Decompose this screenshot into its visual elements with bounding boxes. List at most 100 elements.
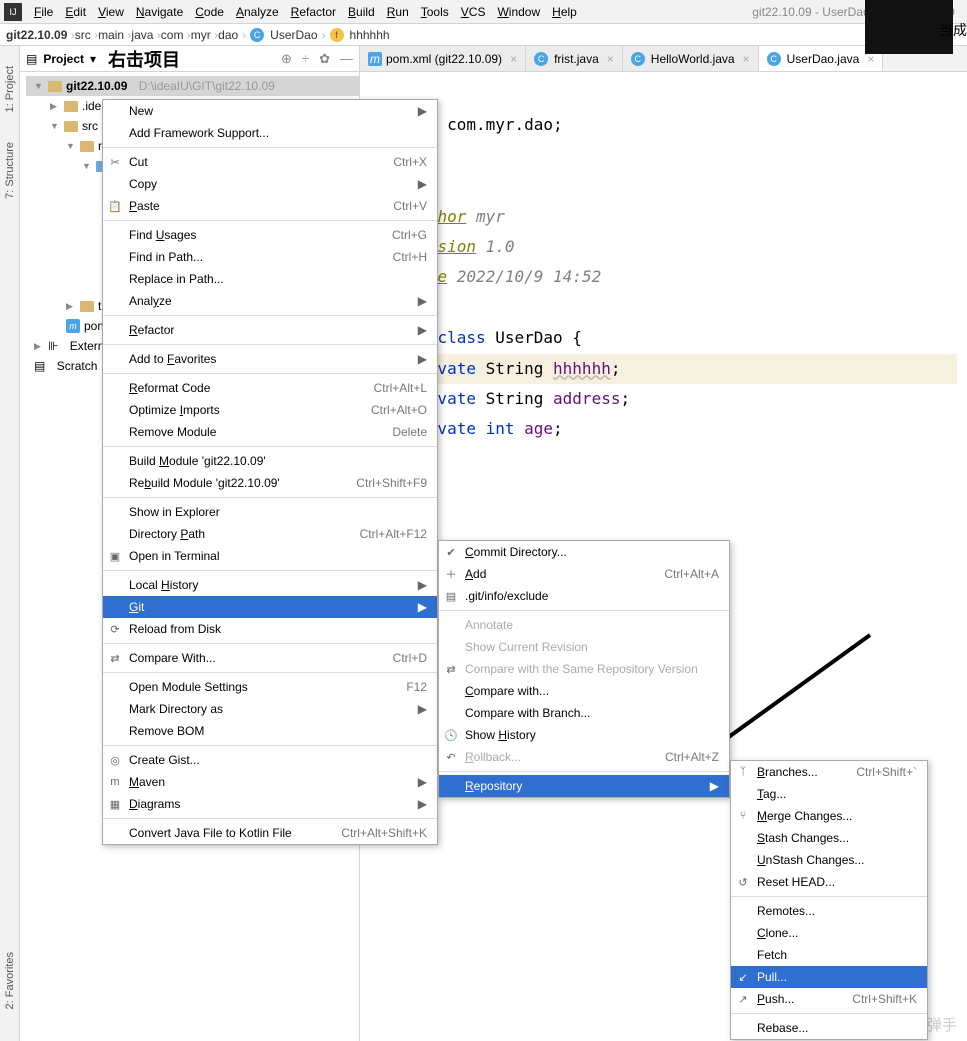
- menu-tools[interactable]: Tools: [415, 3, 455, 21]
- m-icon: m: [108, 775, 122, 789]
- menu-run[interactable]: Run: [381, 3, 415, 21]
- menu-item[interactable]: Mark Directory as▶: [103, 698, 437, 720]
- menu-item[interactable]: ⟳Reload from Disk: [103, 618, 437, 640]
- settings-icon[interactable]: ✿: [319, 51, 330, 67]
- breadcrumb-item[interactable]: git22.10.09: [6, 28, 67, 42]
- menu-item[interactable]: Optimize ImportsCtrl+Alt+O: [103, 399, 437, 421]
- menu-item[interactable]: ▤.git/info/exclude: [439, 585, 729, 607]
- menu-item[interactable]: UnStash Changes...: [731, 849, 927, 871]
- menu-item[interactable]: Stash Changes...: [731, 827, 927, 849]
- menu-item[interactable]: Compare with...: [439, 680, 729, 702]
- repository-submenu[interactable]: ᛉBranches...Ctrl+Shift+`Tag...⑂Merge Cha…: [730, 760, 928, 1040]
- menu-item[interactable]: ⑂Merge Changes...: [731, 805, 927, 827]
- menu-item[interactable]: Copy▶: [103, 173, 437, 195]
- menu-item: Annotate: [439, 614, 729, 636]
- menu-item[interactable]: mMaven▶: [103, 771, 437, 793]
- code-editor[interactable]: package package com.myr.dao;com.myr.dao;…: [360, 72, 967, 513]
- locate-icon[interactable]: ⊕: [281, 51, 292, 67]
- ✂-icon: ✂: [108, 155, 122, 169]
- menu-item[interactable]: Directory PathCtrl+Alt+F12: [103, 523, 437, 545]
- menu-item[interactable]: Convert Java File to Kotlin FileCtrl+Alt…: [103, 822, 437, 844]
- menu-item[interactable]: Remove ModuleDelete: [103, 421, 437, 443]
- menu-item[interactable]: Add to Favorites▶: [103, 348, 437, 370]
- toolwindow-project[interactable]: 1: Project: [4, 66, 16, 112]
- field-icon: f: [330, 28, 344, 42]
- menu-item[interactable]: ◎Create Gist...: [103, 749, 437, 771]
- ↗-icon: ↗: [736, 992, 750, 1006]
- menu-item[interactable]: Add Framework Support...: [103, 122, 437, 144]
- menu-item[interactable]: Compare with Branch...: [439, 702, 729, 724]
- menu-item[interactable]: Show in Explorer: [103, 501, 437, 523]
- menu-item[interactable]: 📋PasteCtrl+V: [103, 195, 437, 217]
- menu-item[interactable]: Clone...: [731, 922, 927, 944]
- editor-tab[interactable]: mpom.xml (git22.10.09)×: [360, 46, 526, 71]
- toolwindow-favorites[interactable]: 2: Favorites: [4, 952, 16, 1009]
- menu-item[interactable]: Refactor▶: [103, 319, 437, 341]
- menu-analyze[interactable]: Analyze: [230, 3, 285, 21]
- breadcrumb-item[interactable]: com: [161, 28, 184, 42]
- editor-tab[interactable]: CHelloWorld.java×: [623, 46, 759, 71]
- menu-item[interactable]: Reformat CodeCtrl+Alt+L: [103, 377, 437, 399]
- menu-window[interactable]: Window: [491, 3, 546, 21]
- menu-item[interactable]: ↺Reset HEAD...: [731, 871, 927, 893]
- breadcrumb-field[interactable]: hhhhhh: [350, 28, 390, 42]
- menu-help[interactable]: Help: [546, 3, 583, 21]
- close-icon[interactable]: ×: [743, 52, 750, 66]
- ＋-icon: ＋: [444, 567, 458, 581]
- breadcrumb-item[interactable]: src: [75, 28, 91, 42]
- menu-item[interactable]: Rebase...: [731, 1017, 927, 1039]
- menu-item[interactable]: ↙Pull...: [731, 966, 927, 988]
- menu-item[interactable]: ᛉBranches...Ctrl+Shift+`: [731, 761, 927, 783]
- menu-item[interactable]: ＋AddCtrl+Alt+A: [439, 563, 729, 585]
- menu-item[interactable]: Local History▶: [103, 574, 437, 596]
- menu-item[interactable]: Remove BOM: [103, 720, 437, 742]
- menu-item[interactable]: Rebuild Module 'git22.10.09'Ctrl+Shift+F…: [103, 472, 437, 494]
- menubar: IJ FileEditViewNavigateCodeAnalyzeRefact…: [0, 0, 967, 24]
- menu-item: ⇄Compare with the Same Repository Versio…: [439, 658, 729, 680]
- menu-item[interactable]: Analyze▶: [103, 290, 437, 312]
- menu-item[interactable]: Git▶: [103, 596, 437, 618]
- ᛉ-icon: ᛉ: [736, 765, 750, 779]
- menu-item[interactable]: Tag...: [731, 783, 927, 805]
- menu-item[interactable]: 🕓Show History: [439, 724, 729, 746]
- menu-item[interactable]: New▶: [103, 100, 437, 122]
- tree-root[interactable]: ▼git22.10.09 D:\ideaIU\GIT\git22.10.09: [26, 76, 359, 96]
- menu-item[interactable]: ✂CutCtrl+X: [103, 151, 437, 173]
- breadcrumb-item[interactable]: dao: [218, 28, 238, 42]
- menu-edit[interactable]: Edit: [59, 3, 92, 21]
- menu-navigate[interactable]: Navigate: [130, 3, 189, 21]
- menu-item[interactable]: ▣Open in Terminal: [103, 545, 437, 567]
- menu-file[interactable]: File: [28, 3, 59, 21]
- close-icon[interactable]: ×: [510, 52, 517, 66]
- menu-build[interactable]: Build: [342, 3, 381, 21]
- menu-view[interactable]: View: [92, 3, 130, 21]
- toolwindow-structure[interactable]: 7: Structure: [4, 142, 16, 199]
- breadcrumb: git22.10.09 ›src ›main ›java ›com ›myr ›…: [0, 24, 967, 46]
- project-context-menu[interactable]: New▶Add Framework Support...✂CutCtrl+XCo…: [102, 99, 438, 845]
- menu-item[interactable]: Remotes...: [731, 900, 927, 922]
- hide-icon[interactable]: —: [340, 51, 353, 67]
- breadcrumb-item[interactable]: java: [131, 28, 153, 42]
- menu-item[interactable]: ⇄Compare With...Ctrl+D: [103, 647, 437, 669]
- close-icon[interactable]: ×: [607, 52, 614, 66]
- breadcrumb-item[interactable]: myr: [191, 28, 211, 42]
- menu-item[interactable]: ✔Commit Directory...: [439, 541, 729, 563]
- menu-item[interactable]: Build Module 'git22.10.09': [103, 450, 437, 472]
- menu-item[interactable]: Open Module SettingsF12: [103, 676, 437, 698]
- breadcrumb-class[interactable]: UserDao: [270, 28, 317, 42]
- sidebar-title[interactable]: Project: [43, 52, 84, 66]
- menu-item[interactable]: Find in Path...Ctrl+H: [103, 246, 437, 268]
- editor-tab[interactable]: Cfrist.java×: [526, 46, 623, 71]
- menu-code[interactable]: Code: [189, 3, 230, 21]
- breadcrumb-item[interactable]: main: [98, 28, 124, 42]
- git-submenu[interactable]: ✔Commit Directory...＋AddCtrl+Alt+A▤.git/…: [438, 540, 730, 798]
- collapse-icon[interactable]: ÷: [302, 51, 309, 67]
- menu-vcs[interactable]: VCS: [455, 3, 492, 21]
- menu-item[interactable]: ▦Diagrams▶: [103, 793, 437, 815]
- menu-item[interactable]: Find UsagesCtrl+G: [103, 224, 437, 246]
- menu-item[interactable]: Repository▶: [439, 775, 729, 797]
- menu-item[interactable]: Replace in Path...: [103, 268, 437, 290]
- menu-item[interactable]: Fetch: [731, 944, 927, 966]
- menu-refactor[interactable]: Refactor: [285, 3, 342, 21]
- menu-item[interactable]: ↗Push...Ctrl+Shift+K: [731, 988, 927, 1010]
